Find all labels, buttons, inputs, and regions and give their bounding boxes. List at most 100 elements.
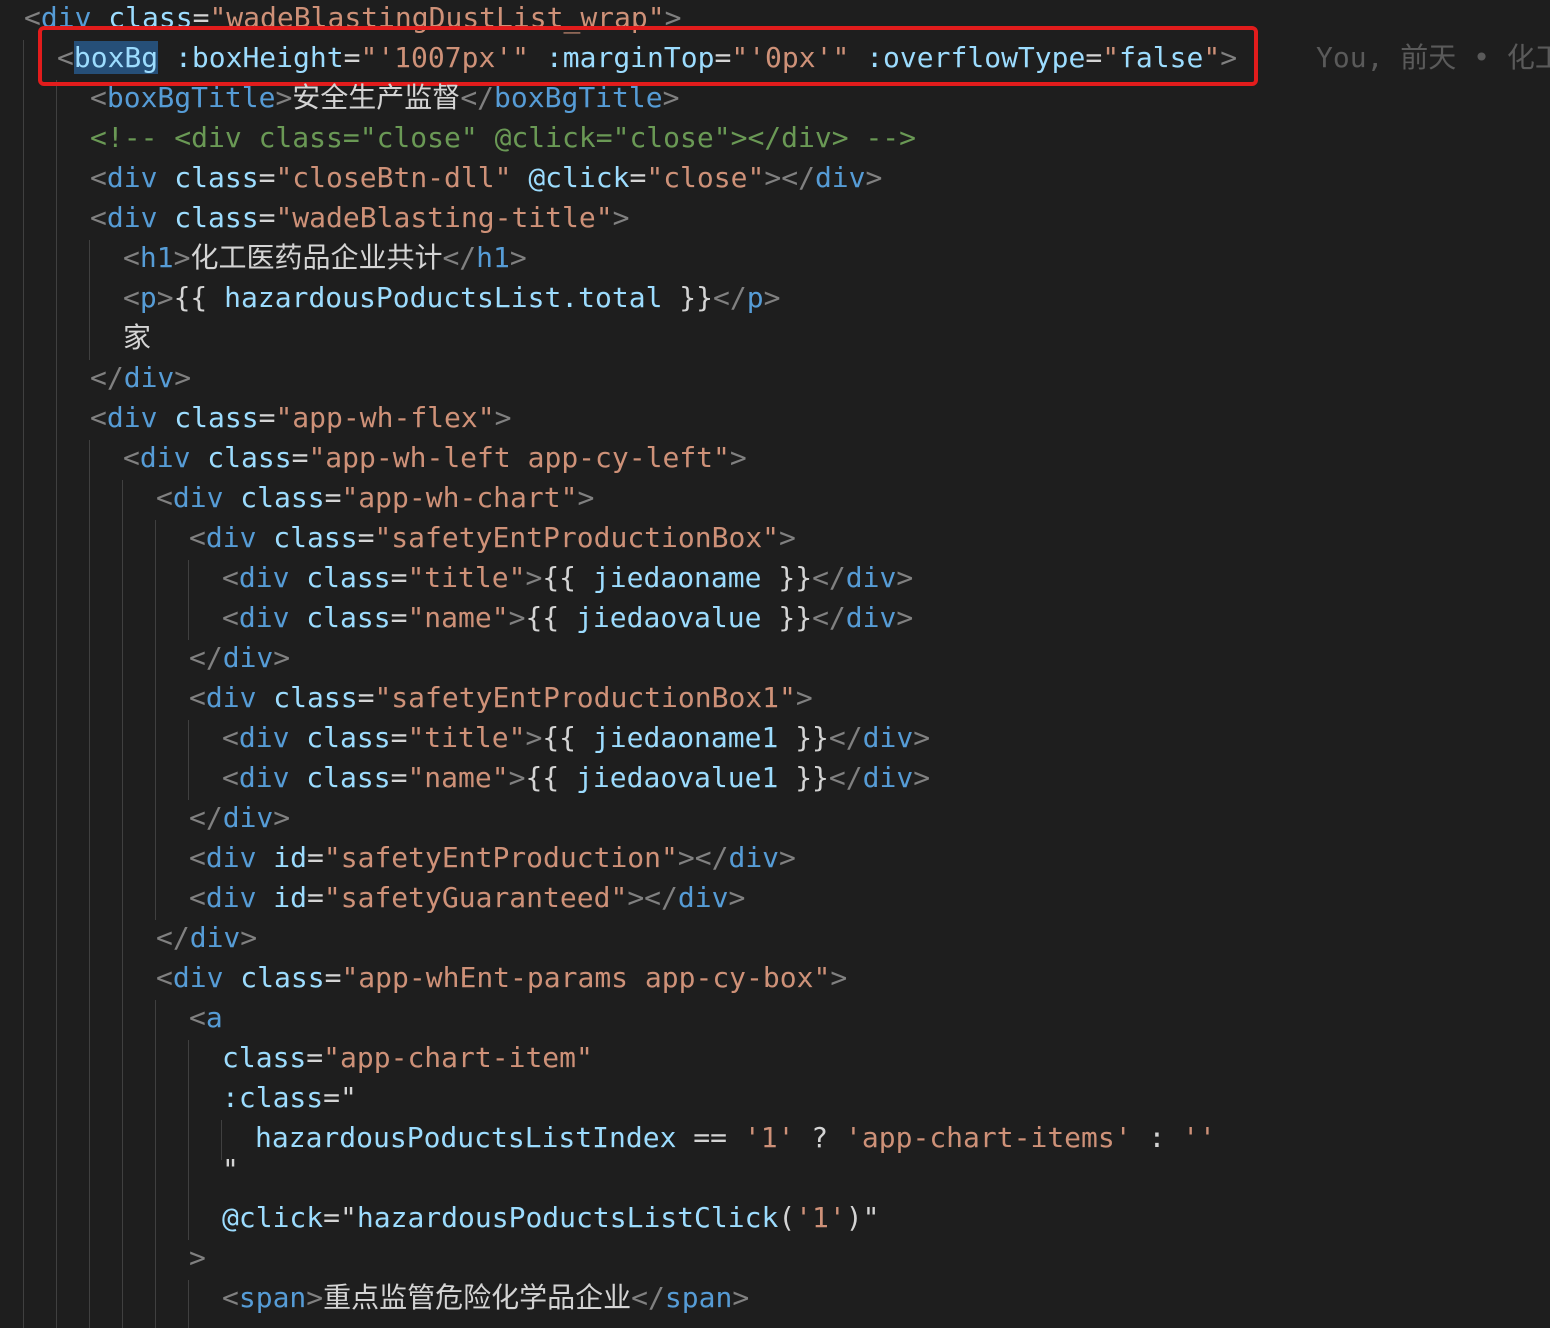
code-token: < <box>189 521 206 554</box>
code-token: div <box>172 481 224 514</box>
code-token: = <box>390 561 408 594</box>
code-line[interactable]: <a <box>189 998 223 1038</box>
code-token: = <box>291 441 309 474</box>
code-token: class <box>273 521 358 554</box>
code-line[interactable]: <div class="closeBtn-dll" @click="close"… <box>90 158 882 198</box>
code-line[interactable]: <boxBgTitle>安全生产监督</boxBgTitle> <box>90 78 679 118</box>
code-token: = <box>357 681 375 714</box>
code-token: jiedaoname <box>592 561 762 594</box>
code-token: div <box>205 841 257 874</box>
code-token: class <box>174 401 259 434</box>
code-token: ></ <box>764 161 815 194</box>
code-token: > <box>306 1281 324 1314</box>
code-line[interactable]: 家 <box>123 318 151 358</box>
code-token: '' <box>1182 1121 1216 1154</box>
code-line[interactable]: <div class="title">{{ jiedaoname1 }}</di… <box>222 718 930 758</box>
code-line[interactable]: <div class="app-wh-left app-cy-left"> <box>123 438 747 478</box>
code-token: @click <box>222 1201 324 1234</box>
code-token: :class <box>222 1081 324 1114</box>
code-token: class <box>306 721 391 754</box>
code-token: </ <box>90 361 124 394</box>
code-line[interactable]: </div> <box>189 798 290 838</box>
code-token: div <box>814 161 866 194</box>
code-line[interactable]: <div class="name">{{ jiedaovalue }}</div… <box>222 598 913 638</box>
code-line[interactable]: :class=" <box>222 1078 357 1118</box>
code-token: }} <box>662 281 714 314</box>
code-token: jiedaovalue <box>576 601 762 634</box>
code-token: "app-wh-flex" <box>275 401 495 434</box>
code-token: div <box>106 161 158 194</box>
code-line[interactable]: <!-- <div class="close" @click="close"><… <box>90 118 916 158</box>
code-token: = <box>258 401 276 434</box>
code-line[interactable]: <div class="wadeBlasting-title"> <box>90 198 629 238</box>
code-token: jiedaovalue1 <box>576 761 779 794</box>
code-line[interactable]: <div class="title">{{ jiedaoname }}</div… <box>222 558 913 598</box>
code-line[interactable]: <span>重点监管危险化学品企业</span> <box>222 1278 749 1318</box>
code-line[interactable]: <div id="safetyEntProduction"></div> <box>189 838 796 878</box>
code-line[interactable]: </div> <box>90 358 191 398</box>
code-token: div <box>238 601 290 634</box>
code-token: > <box>779 841 796 874</box>
code-line[interactable]: @click="hazardousPoductsListClick('1')" <box>222 1198 879 1238</box>
code-line[interactable]: <div class="name">{{ jiedaovalue1 }}</di… <box>222 758 930 798</box>
code-token: < <box>189 681 206 714</box>
code-token: ? <box>794 1121 846 1154</box>
code-token: h1 <box>139 241 174 274</box>
code-line[interactable]: > <box>189 1238 206 1278</box>
code-token: span <box>664 1281 733 1314</box>
code-token: > <box>156 281 174 314</box>
code-token: = <box>629 161 647 194</box>
code-line[interactable]: <p>{{ hazardousPoductsList.total }}</p> <box>123 278 780 318</box>
code-token: "app-wh-chart" <box>341 481 578 514</box>
code-token: }} <box>778 721 829 754</box>
code-line[interactable]: " <box>222 1150 239 1190</box>
code-token: </ <box>442 241 477 274</box>
code-line[interactable]: <h1>化工医药品企业共计</h1> <box>123 238 527 278</box>
code-token: "app-whEnt-params app-cy-box" <box>341 961 831 994</box>
code-token: div <box>205 881 257 914</box>
code-line[interactable]: <div class="app-whEnt-params app-cy-box"… <box>156 958 847 998</box>
code-token: = <box>323 1201 341 1234</box>
code-token: boxBgTitle <box>106 81 276 114</box>
code-token: div <box>205 681 257 714</box>
code-token: < <box>222 721 239 754</box>
code-line[interactable]: <div class="safetyEntProductionBox1"> <box>189 678 813 718</box>
code-editor[interactable]: <div class="wadeBlastingDustList_wrap"> … <box>0 0 1550 1328</box>
code-line[interactable]: <div class="safetyEntProductionBox"> <box>189 518 796 558</box>
code-line[interactable]: class="app-chart-item" <box>222 1038 593 1078</box>
code-token: div <box>862 721 914 754</box>
code-token: < <box>90 161 107 194</box>
code-token: > <box>525 561 543 594</box>
code-token: < <box>222 761 239 794</box>
code-line[interactable]: </div> <box>156 918 257 958</box>
code-token: 家 <box>123 321 152 354</box>
code-token: }} <box>778 761 829 794</box>
code-token: }} <box>761 561 813 594</box>
indent-guide <box>89 240 90 360</box>
code-token: > <box>174 361 192 394</box>
code-token: > <box>779 521 796 554</box>
code-token: "closeBtn-dll" <box>275 161 512 194</box>
code-token: = <box>258 201 276 234</box>
code-line[interactable]: </div> <box>189 638 290 678</box>
code-token: "safetyGuaranteed" <box>323 881 628 914</box>
code-token: a <box>205 1001 223 1034</box>
code-token: h1 <box>476 241 510 274</box>
code-token: > <box>830 961 848 994</box>
code-line[interactable]: <div class="app-wh-chart"> <box>156 478 594 518</box>
code-line[interactable]: <div id="safetyGuaranteed"></div> <box>189 878 745 918</box>
code-line[interactable]: <div class="app-wh-flex"> <box>90 398 511 438</box>
code-token: < <box>123 281 140 314</box>
code-token: > <box>662 81 680 114</box>
code-token: {{ <box>525 761 577 794</box>
code-token: '1' <box>795 1201 846 1234</box>
code-token: = <box>357 521 375 554</box>
code-token: }} <box>761 601 813 634</box>
code-token: = <box>307 841 324 874</box>
code-line[interactable]: hazardousPoductsListIndex == '1' ? 'app-… <box>255 1118 1216 1158</box>
code-token: > <box>189 1241 206 1274</box>
